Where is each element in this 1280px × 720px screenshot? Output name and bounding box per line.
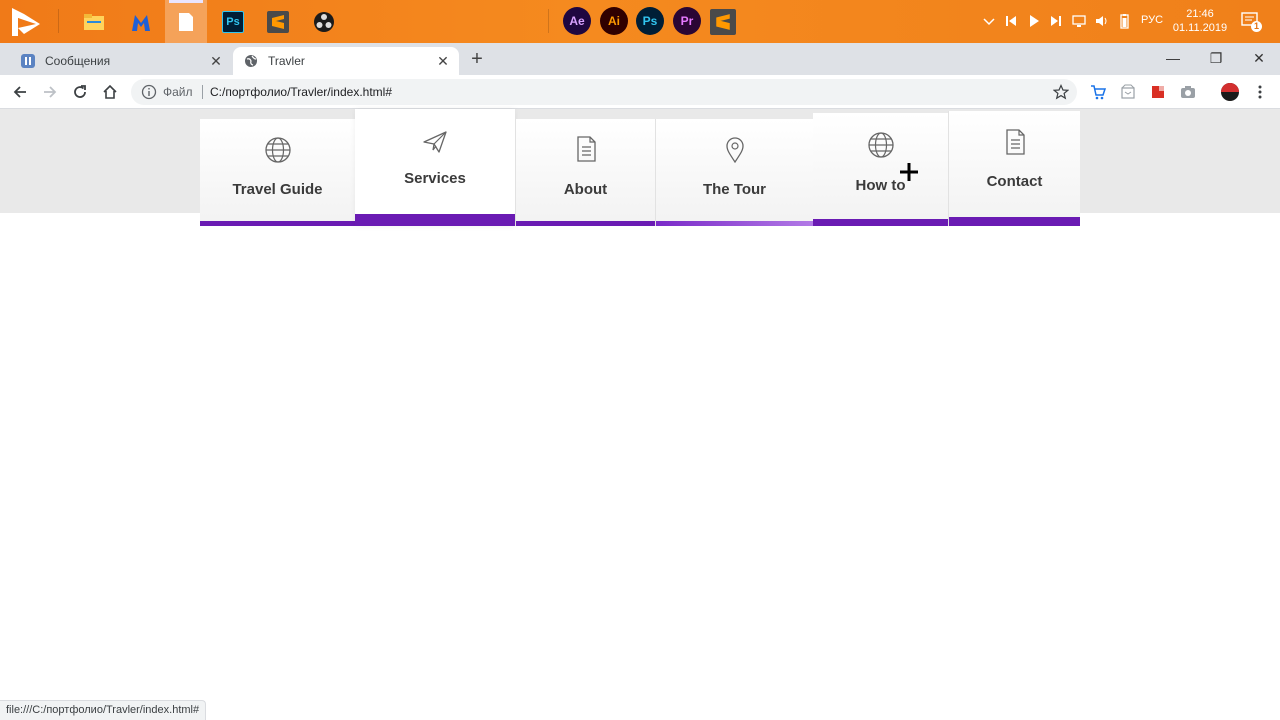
menu-kebab-icon[interactable] — [1252, 84, 1268, 100]
close-tab-icon[interactable]: ✕ — [208, 53, 224, 69]
windows-taskbar: Ps Ae Ai Ps Pr РУС 21:46 01.11.2019 1 — [0, 0, 1280, 43]
chevron-up-icon[interactable] — [981, 13, 997, 29]
premiere-icon[interactable]: Pr — [673, 7, 701, 35]
nav-item-about[interactable]: About — [515, 119, 655, 226]
sublime-text-pinned-icon[interactable] — [702, 0, 744, 43]
nav-item-label: Travel Guide — [232, 181, 323, 198]
nav-item-label: Contact — [986, 173, 1043, 190]
file-explorer-icon[interactable] — [73, 0, 115, 43]
close-window-icon[interactable]: ✕ — [1239, 45, 1279, 71]
tab-title: Travler — [268, 54, 305, 68]
notification-count: 1 — [1251, 21, 1262, 32]
minimize-window-icon[interactable]: — — [1153, 45, 1193, 71]
nav-accent-bar — [656, 221, 813, 226]
profile-avatar[interactable] — [1221, 83, 1239, 101]
nav-accent-bar — [516, 221, 655, 226]
globe-icon — [264, 137, 291, 163]
start-logo-icon[interactable] — [8, 4, 44, 40]
crosshair-cursor-icon — [900, 163, 918, 181]
globe-icon — [867, 132, 894, 158]
link-status-bubble: file:///C:/портфолио/Travler/index.html# — [0, 700, 207, 720]
red-extension-icon[interactable] — [1150, 84, 1166, 100]
document-icon — [576, 136, 596, 162]
page-viewport: Travel Guide Services About The Tour How… — [0, 109, 1280, 700]
photoshop-taskbar-icon[interactable]: Ps — [212, 0, 254, 43]
close-tab-icon[interactable]: ✕ — [435, 53, 451, 69]
globe-favicon-icon — [243, 53, 259, 69]
main-navigation: Travel Guide Services About The Tour How… — [200, 109, 1080, 226]
scheme-label: Файл — [163, 85, 193, 99]
clock-date: 01.11.2019 — [1172, 22, 1228, 34]
nav-item-travel-guide[interactable]: Travel Guide — [200, 119, 355, 226]
photoshop-icon[interactable]: Ps — [636, 7, 664, 35]
nav-item-services[interactable]: Services — [355, 109, 515, 226]
next-track-icon[interactable] — [1048, 13, 1064, 29]
nav-item-how-to[interactable]: How to — [813, 113, 948, 226]
bookmark-star-icon[interactable] — [1053, 84, 1069, 100]
tab-title: Сообщения — [45, 54, 111, 68]
url-text[interactable]: C:/портфолио/Travler/index.html# — [210, 85, 392, 99]
reload-icon[interactable] — [70, 82, 90, 102]
document-icon — [1005, 129, 1025, 155]
back-arrow-icon[interactable] — [10, 82, 30, 102]
messages-favicon-icon — [20, 53, 36, 69]
nav-accent-bar — [355, 214, 515, 226]
malwarebytes-icon[interactable] — [120, 0, 162, 43]
nav-item-label: How to — [855, 177, 906, 194]
tab-travler[interactable]: Travler ✕ — [233, 47, 459, 75]
play-icon[interactable] — [1026, 13, 1042, 29]
info-icon[interactable] — [141, 84, 157, 100]
sublime-text-icon[interactable] — [257, 0, 299, 43]
nav-accent-bar — [813, 219, 948, 226]
illustrator-icon[interactable]: Ai — [600, 7, 628, 35]
nav-item-contact[interactable]: Contact — [948, 111, 1080, 226]
obs-studio-icon[interactable] — [303, 0, 345, 43]
after-effects-icon[interactable]: Ae — [563, 7, 591, 35]
paper-plane-icon — [423, 131, 447, 153]
home-icon[interactable] — [100, 82, 120, 102]
notification-center-icon[interactable]: 1 — [1240, 10, 1262, 32]
nav-item-label: Services — [404, 170, 466, 187]
clock-time: 21:46 — [1186, 8, 1214, 20]
address-bar[interactable]: Файл C:/портфолио/Travler/index.html# — [131, 79, 1077, 105]
battery-icon[interactable] — [1116, 13, 1132, 29]
nav-accent-bar — [949, 217, 1080, 226]
volume-icon[interactable] — [1094, 13, 1110, 29]
omnibox-divider — [202, 85, 203, 99]
network-icon[interactable] — [1071, 13, 1087, 29]
notepad-icon[interactable] — [165, 0, 207, 43]
nav-item-label: About — [563, 181, 608, 198]
camera-extension-icon[interactable] — [1180, 84, 1196, 100]
nav-item-label: The Tour — [702, 181, 767, 198]
nav-item-the-tour[interactable]: The Tour — [655, 119, 813, 226]
clock[interactable]: 21:46 01.11.2019 — [1172, 7, 1228, 35]
restore-window-icon[interactable]: ❐ — [1196, 45, 1236, 71]
previous-track-icon[interactable] — [1003, 13, 1019, 29]
browser-tab-strip: Сообщения ✕ Travler ✕ — [0, 43, 1280, 75]
browser-toolbar: Файл C:/портфолио/Travler/index.html# — [0, 75, 1280, 109]
nav-accent-bar — [200, 221, 355, 226]
extension-box-icon[interactable] — [1120, 84, 1136, 100]
tab-messages[interactable]: Сообщения ✕ — [10, 47, 232, 75]
taskbar-separator — [58, 9, 59, 33]
language-indicator[interactable]: РУС — [1141, 14, 1163, 26]
forward-arrow-icon[interactable] — [40, 82, 60, 102]
shopping-cart-extension-icon[interactable] — [1090, 84, 1106, 100]
taskbar-separator — [548, 9, 549, 33]
new-tab-plus-icon[interactable]: + — [467, 49, 487, 69]
map-pin-icon — [725, 137, 744, 164]
